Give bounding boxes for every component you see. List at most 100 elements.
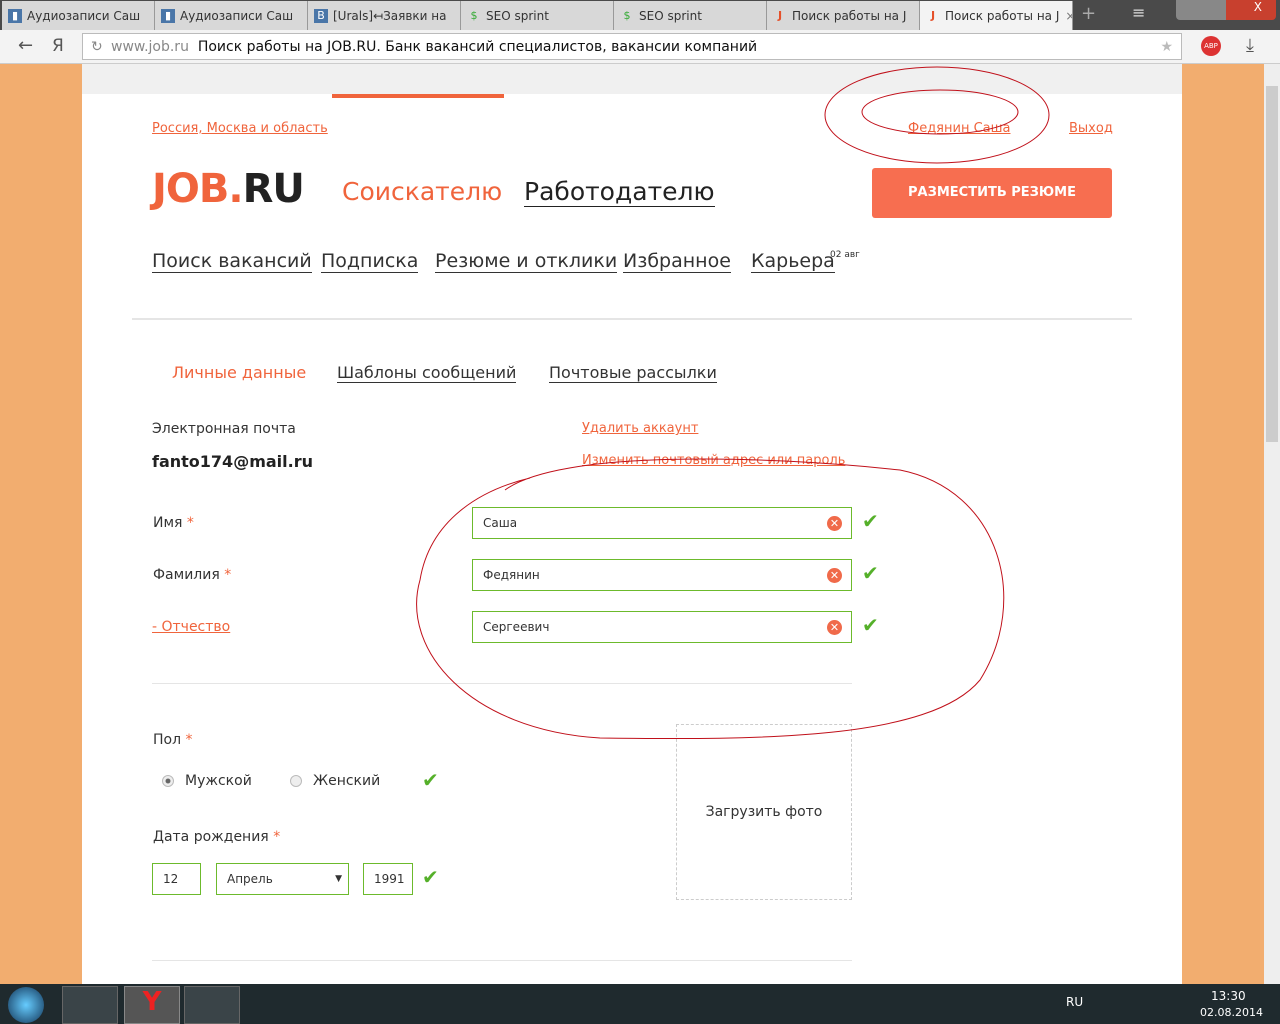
- region-link[interactable]: Россия, Москва и область: [152, 121, 328, 136]
- delete-account-link[interactable]: Удалить аккаунт: [582, 421, 698, 436]
- male-label[interactable]: Мужской: [185, 773, 252, 789]
- nav-resumes[interactable]: Резюме и отклики: [435, 250, 618, 273]
- nav-favorites[interactable]: Избранное: [623, 250, 731, 273]
- female-radio[interactable]: [290, 775, 302, 787]
- name-label: Имя *: [153, 515, 194, 531]
- subtab-mailings[interactable]: Почтовые рассылки: [549, 363, 717, 383]
- post-resume-button[interactable]: РАЗМЕСТИТЬ РЕЗЮМЕ: [872, 168, 1112, 218]
- seeker-link[interactable]: Соискателю: [342, 177, 502, 206]
- close-icon[interactable]: ×: [1065, 9, 1072, 23]
- divider: [152, 683, 852, 684]
- browser-tab[interactable]: $ SEO sprint: [461, 1, 614, 30]
- start-button[interactable]: [8, 987, 44, 1023]
- birth-day-input[interactable]: 12: [152, 863, 201, 895]
- browser-tab[interactable]: $ SEO sprint: [614, 1, 767, 30]
- window-controls[interactable]: X: [1176, 0, 1276, 20]
- check-icon: ✔: [422, 768, 439, 792]
- gender-label: Пол *: [153, 732, 193, 748]
- upload-photo-button[interactable]: Загрузить фото: [676, 724, 852, 900]
- birth-year-input[interactable]: 1991: [363, 863, 413, 895]
- browser-tab[interactable]: ▮ Аудиозаписи Саш: [2, 1, 155, 30]
- logo[interactable]: JOB.RU: [152, 166, 305, 212]
- required-mark: *: [224, 567, 232, 583]
- clear-icon[interactable]: ✕: [827, 620, 842, 635]
- nav-subscription[interactable]: Подписка: [321, 250, 419, 273]
- reload-icon[interactable]: ↻: [91, 34, 103, 60]
- nav-vacancy-search[interactable]: Поиск вакансий: [152, 250, 312, 273]
- back-icon[interactable]: ←: [18, 35, 33, 56]
- surname-input[interactable]: Федянин ✕: [472, 559, 852, 591]
- name-input[interactable]: Саша ✕: [472, 507, 852, 539]
- browser-tab-active[interactable]: JПоиск работы на J×: [920, 1, 1073, 30]
- check-icon: ✔: [862, 561, 879, 585]
- patronymic-value: Сергеевич: [483, 620, 550, 634]
- download-icon[interactable]: ⤓: [1246, 35, 1254, 56]
- birth-month-select[interactable]: Апрель ▼: [216, 863, 349, 895]
- required-mark: *: [185, 732, 193, 748]
- page-content: Россия, Москва и область Федянин Саша Вы…: [82, 64, 1182, 984]
- divider: [132, 318, 1132, 320]
- clear-icon[interactable]: ✕: [827, 516, 842, 531]
- yandex-icon[interactable]: Я: [52, 36, 64, 56]
- surname-label: Фамилия *: [153, 567, 231, 583]
- steam-icon[interactable]: [184, 986, 240, 1024]
- tab-label: Аудиозаписи Саш: [27, 8, 141, 23]
- check-icon: ✔: [862, 509, 879, 533]
- nav-career[interactable]: Карьера: [751, 250, 835, 273]
- user-link[interactable]: Федянин Саша: [908, 121, 1010, 136]
- email-label: Электронная почта: [152, 421, 296, 437]
- change-email-link[interactable]: Изменить почтовый адрес или пароль: [582, 453, 845, 468]
- check-icon: ✔: [422, 865, 439, 889]
- check-icon: ✔: [862, 613, 879, 637]
- clock-time[interactable]: 13:30: [1211, 989, 1246, 1003]
- yandex-browser-icon[interactable]: Y: [124, 986, 180, 1024]
- menu-icon[interactable]: ≡: [1132, 3, 1145, 22]
- scrollbar-thumb[interactable]: [1266, 86, 1278, 442]
- male-radio[interactable]: [162, 775, 174, 787]
- dropdown-arrow-icon: ▼: [335, 874, 342, 884]
- tab-label: Поиск работы на J: [792, 8, 907, 23]
- employer-link[interactable]: Работодателю: [524, 177, 715, 207]
- logout-link[interactable]: Выход: [1069, 121, 1113, 136]
- active-indicator: [332, 94, 504, 98]
- tab-label: Аудиозаписи Саш: [180, 8, 294, 23]
- browser-tab[interactable]: B [Urals]↤Заявки на: [308, 1, 461, 30]
- required-mark: *: [273, 829, 281, 845]
- career-badge: 02 авг: [830, 250, 860, 260]
- address-bar[interactable]: ↻ www.job.ru Поиск работы на JOB.RU. Бан…: [82, 33, 1182, 60]
- top-strip: [82, 64, 1182, 94]
- url-domain: www.job.ru: [111, 39, 189, 55]
- bookmark-star-icon[interactable]: ★: [1160, 34, 1173, 60]
- subtab-personal[interactable]: Личные данные: [172, 363, 306, 382]
- tab-label: [Urals]↤Заявки на: [333, 8, 447, 23]
- explorer-icon[interactable]: [62, 986, 118, 1024]
- adblock-icon[interactable]: ABP: [1201, 36, 1221, 56]
- language-indicator[interactable]: RU: [1066, 995, 1083, 1009]
- url-title: Поиск работы на JOB.RU. Банк вакансий сп…: [197, 39, 758, 55]
- browser-tab[interactable]: ▮ Аудиозаписи Саш: [155, 1, 308, 30]
- upload-photo-label: Загрузить фото: [705, 804, 823, 820]
- divider: [152, 960, 852, 961]
- patronymic-input[interactable]: Сергеевич ✕: [472, 611, 852, 643]
- clear-icon[interactable]: ✕: [827, 568, 842, 583]
- gender-label-text: Пол: [153, 732, 182, 748]
- patronymic-toggle[interactable]: - Отчество: [152, 619, 230, 635]
- browser-tab[interactable]: J Поиск работы на J: [767, 1, 920, 30]
- subtab-templates[interactable]: Шаблоны сообщений: [337, 363, 517, 383]
- tab-label: SEO sprint: [639, 8, 702, 23]
- female-label[interactable]: Женский: [313, 773, 380, 789]
- name-value: Саша: [483, 516, 518, 530]
- name-label-text: Имя: [153, 515, 183, 531]
- email-value: fanto174@mail.ru: [152, 452, 313, 471]
- browser-tabs: ▮ Аудиозаписи Саш ▮ Аудиозаписи Саш B [Ural…: [0, 0, 1280, 30]
- clock-date[interactable]: 02.08.2014: [1200, 1006, 1263, 1019]
- new-tab-icon[interactable]: +: [1081, 3, 1096, 27]
- taskbar: Y RU 13:30 02.08.2014: [0, 984, 1280, 1024]
- scrollbar[interactable]: [1264, 64, 1280, 984]
- surname-label-text: Фамилия: [153, 567, 220, 583]
- browser-toolbar: ← Я ↻ www.job.ru Поиск работы на JOB.RU.…: [0, 30, 1280, 64]
- tab-label: SEO sprint: [486, 8, 549, 23]
- tab-label: Поиск работы на J: [945, 8, 1060, 23]
- surname-value: Федянин: [483, 568, 540, 582]
- birth-label-text: Дата рождения: [153, 829, 269, 845]
